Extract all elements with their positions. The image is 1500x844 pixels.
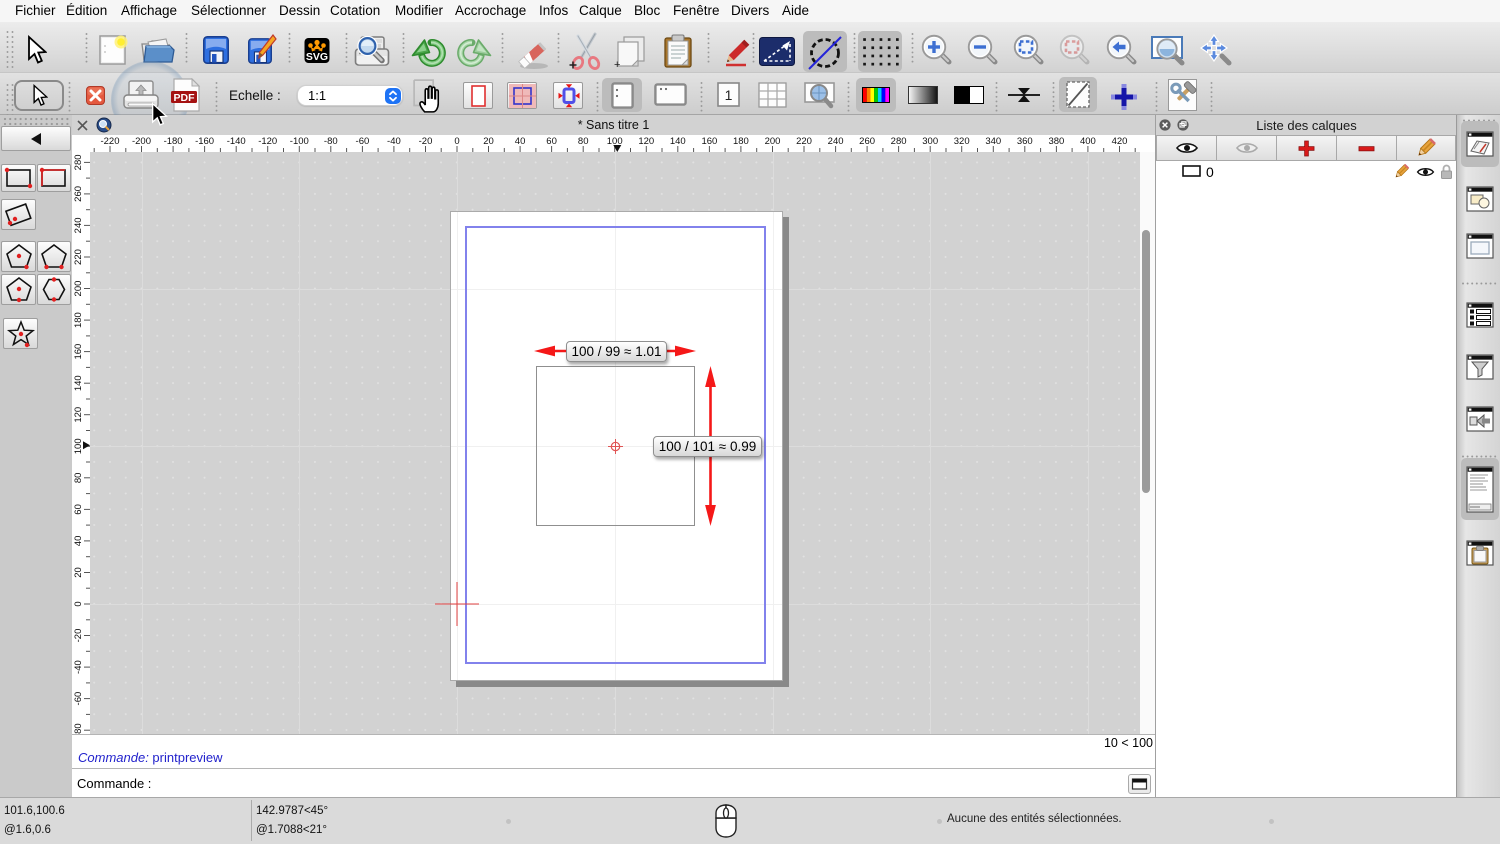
svg-text:260: 260 bbox=[73, 186, 84, 202]
svg-text:120: 120 bbox=[73, 407, 84, 423]
svg-text:200: 200 bbox=[73, 281, 84, 297]
svg-text:160: 160 bbox=[73, 344, 84, 360]
svg-text:280: 280 bbox=[891, 136, 907, 147]
svg-text:100: 100 bbox=[73, 438, 84, 454]
svg-text:200: 200 bbox=[765, 136, 781, 147]
svg-text:60: 60 bbox=[73, 504, 84, 515]
svg-text:-40: -40 bbox=[73, 660, 84, 674]
svg-text:240: 240 bbox=[828, 136, 844, 147]
svg-text:-200: -200 bbox=[132, 136, 151, 147]
svg-text:280: 280 bbox=[73, 154, 84, 170]
svg-text:-120: -120 bbox=[258, 136, 277, 147]
svg-text:0: 0 bbox=[73, 601, 84, 606]
svg-text:140: 140 bbox=[670, 136, 686, 147]
svg-text:-40: -40 bbox=[387, 136, 401, 147]
svg-text:80: 80 bbox=[73, 473, 84, 484]
svg-text:180: 180 bbox=[73, 312, 84, 328]
svg-text:20: 20 bbox=[73, 567, 84, 578]
svg-text:340: 340 bbox=[985, 136, 1001, 147]
svg-text:-220: -220 bbox=[100, 136, 119, 147]
svg-text:-60: -60 bbox=[73, 692, 84, 706]
svg-text:140: 140 bbox=[73, 375, 84, 391]
svg-text:1: 1 bbox=[725, 87, 733, 103]
svg-text:-160: -160 bbox=[195, 136, 214, 147]
svg-text:420: 420 bbox=[1112, 136, 1128, 147]
svg-text:80: 80 bbox=[578, 136, 589, 147]
svg-text:40: 40 bbox=[515, 136, 526, 147]
svg-text:20: 20 bbox=[483, 136, 494, 147]
svg-text:-20: -20 bbox=[419, 136, 433, 147]
svg-text:-140: -140 bbox=[227, 136, 246, 147]
svg-text:300: 300 bbox=[922, 136, 938, 147]
svg-text:-80: -80 bbox=[73, 723, 84, 734]
svg-text:240: 240 bbox=[73, 217, 84, 233]
svg-text:40: 40 bbox=[73, 536, 84, 547]
svg-text:180: 180 bbox=[733, 136, 749, 147]
svg-text:380: 380 bbox=[1048, 136, 1064, 147]
svg-text:-20: -20 bbox=[73, 629, 84, 643]
svg-text:-60: -60 bbox=[356, 136, 370, 147]
svg-text:260: 260 bbox=[859, 136, 875, 147]
svg-text:320: 320 bbox=[954, 136, 970, 147]
svg-text:160: 160 bbox=[701, 136, 717, 147]
svg-text:PDF: PDF bbox=[174, 92, 196, 104]
svg-text:120: 120 bbox=[638, 136, 654, 147]
svg-text:-100: -100 bbox=[290, 136, 309, 147]
svg-text:60: 60 bbox=[546, 136, 557, 147]
svg-text:220: 220 bbox=[796, 136, 812, 147]
svg-text:0: 0 bbox=[454, 136, 459, 147]
svg-text:400: 400 bbox=[1080, 136, 1096, 147]
svg-text:220: 220 bbox=[73, 249, 84, 265]
svg-text:-180: -180 bbox=[164, 136, 183, 147]
svg-text:360: 360 bbox=[1017, 136, 1033, 147]
svg-text:-80: -80 bbox=[324, 136, 338, 147]
